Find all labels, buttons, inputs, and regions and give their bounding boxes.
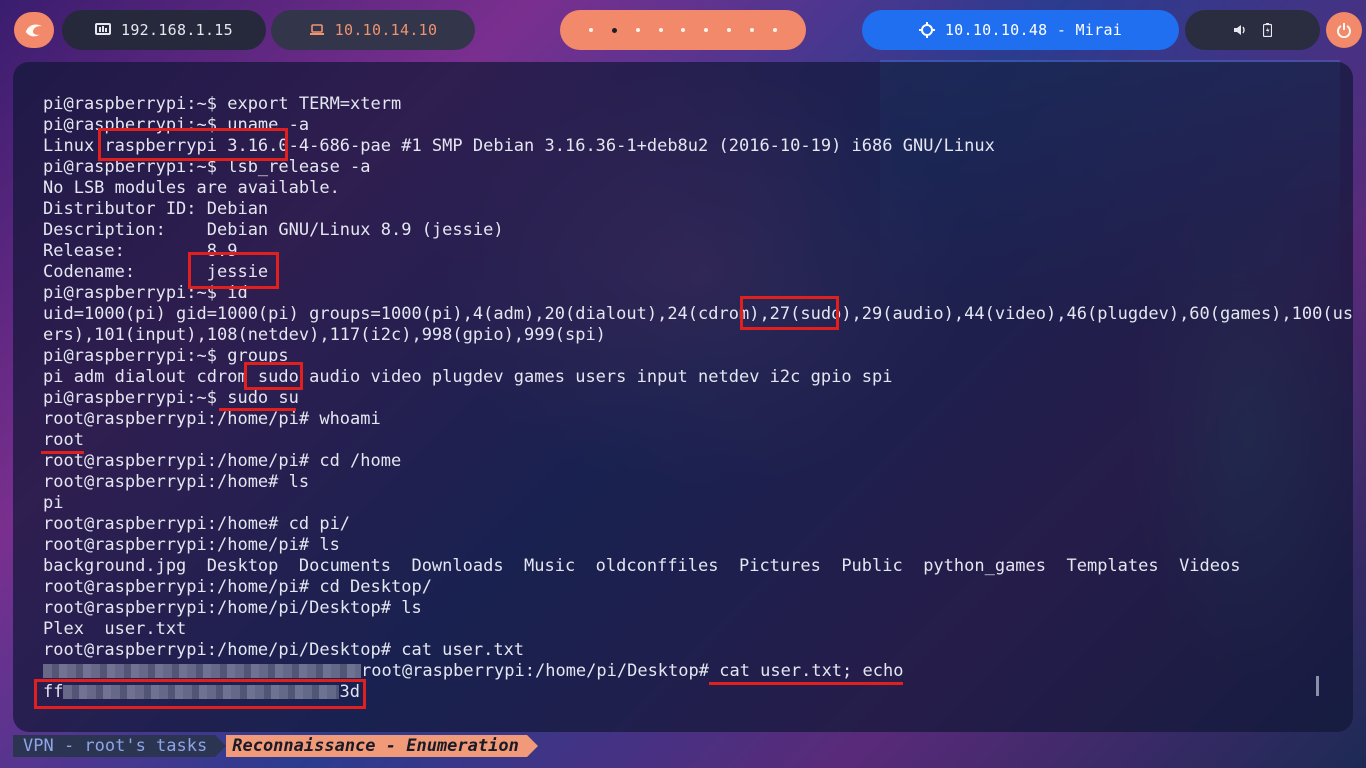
terminal-line: pi: [43, 493, 64, 513]
workspace-dot[interactable]: [658, 28, 663, 32]
underline-cat-command: [709, 682, 903, 685]
laptop-icon: [309, 24, 325, 36]
workspace-dot[interactable]: [750, 28, 755, 32]
workspace-dot[interactable]: [611, 27, 617, 33]
redacted-hash: [43, 664, 361, 678]
workspace-dot[interactable]: [773, 28, 778, 32]
terminal-line: root@raspberrypi:/home# cd pi/: [43, 514, 351, 534]
crosshair-icon: [918, 22, 935, 38]
terminal-output: pi@raspberrypi:~$ export TERM=xterm pi@ra…: [43, 94, 1353, 703]
workspace-dot[interactable]: [704, 28, 709, 32]
terminal-line: background.jpg Desktop Documents Downloa…: [43, 556, 1241, 576]
volume-icon[interactable]: [1233, 24, 1247, 36]
power-button[interactable]: [1326, 12, 1362, 48]
power-icon: [1336, 22, 1352, 38]
terminal-line: pi@raspberrypi:~$ groups: [43, 346, 289, 366]
highlight-flag: [34, 679, 366, 709]
target-label: 10.10.10.48 - Mirai: [944, 21, 1123, 39]
kali-menu-button[interactable]: [14, 12, 54, 48]
terminal-line: root@raspberrypi:/home# ls: [43, 472, 310, 492]
underline-sudo-su: [219, 408, 296, 411]
host-ip-label: 192.168.1.15: [121, 21, 233, 39]
active-window-name[interactable]: Reconnaissance - Enumeration: [226, 735, 527, 757]
target-widget[interactable]: 10.10.10.48 - Mirai: [862, 10, 1179, 50]
workspace-dot[interactable]: [681, 28, 686, 32]
session-name[interactable]: VPN - root's tasks: [13, 735, 216, 757]
terminal-line: root@raspberrypi:/home/pi/Desktop# ls: [43, 598, 422, 618]
highlight-kernel-version: [98, 128, 288, 161]
terminal-cursor: [1316, 676, 1319, 696]
powerline-separator: [215, 735, 227, 757]
workspace-dot[interactable]: [727, 28, 732, 32]
terminal-line: pi@raspberrypi:~$ export TERM=xterm: [43, 94, 402, 114]
terminal-line: root@raspberrypi:/home/pi# cd /home: [43, 451, 402, 471]
workspace-dot[interactable]: [635, 28, 640, 32]
terminal-line: Description: Debian GNU/Linux 8.9 (jessi…: [43, 220, 504, 240]
terminal-line: root@raspberrypi:/home/pi/Desktop# cat u…: [43, 640, 525, 660]
terminal-line: No LSB modules are available.: [43, 178, 340, 198]
terminal-line: Plex user.txt: [43, 619, 187, 639]
terminal-line: root@raspberrypi:/home/pi# whoami: [43, 409, 381, 429]
terminal-line: Distributor ID: Debian: [43, 199, 269, 219]
terminal-line: pi@raspberrypi:~$ sudo su: [43, 388, 299, 408]
kali-dragon-icon: [23, 19, 45, 41]
host-ip-widget[interactable]: 192.168.1.15: [62, 10, 266, 50]
underline-root: [41, 451, 84, 454]
terminal-line: ers),101(input),108(netdev),117(i2c),998…: [43, 325, 606, 345]
terminal-line: root@raspberrypi:/home/pi# cd Desktop/: [43, 577, 432, 597]
monitor-icon: [95, 23, 111, 37]
terminal-line: root: [43, 430, 84, 450]
highlight-codename: [188, 252, 279, 289]
system-tray: [1185, 10, 1320, 50]
workspace-switcher[interactable]: [560, 10, 806, 50]
highlight-sudo-group: [244, 362, 303, 390]
powerline-separator: [526, 735, 538, 757]
tmux-status-bar: VPN - root's tasks Reconnaissance - Enum…: [13, 735, 538, 757]
cat-command-text: root@raspberrypi:/home/pi/Desktop# cat u…: [361, 661, 904, 681]
workspace-dot[interactable]: [588, 28, 593, 32]
highlight-sudo-group-id: [740, 296, 839, 330]
terminal-line: uid=1000(pi) gid=1000(pi) groups=1000(pi…: [43, 304, 1354, 324]
vpn-ip-label: 10.10.14.10: [334, 21, 438, 39]
terminal-line: pi adm dialout cdrom sudo audio video pl…: [43, 367, 893, 387]
battery-icon[interactable]: [1263, 23, 1272, 37]
vpn-ip-widget[interactable]: 10.10.14.10: [271, 10, 475, 50]
terminal-window[interactable]: pi@raspberrypi:~$ export TERM=xterm pi@ra…: [13, 62, 1353, 732]
terminal-line: root@raspberrypi:/home/pi# ls: [43, 535, 340, 555]
